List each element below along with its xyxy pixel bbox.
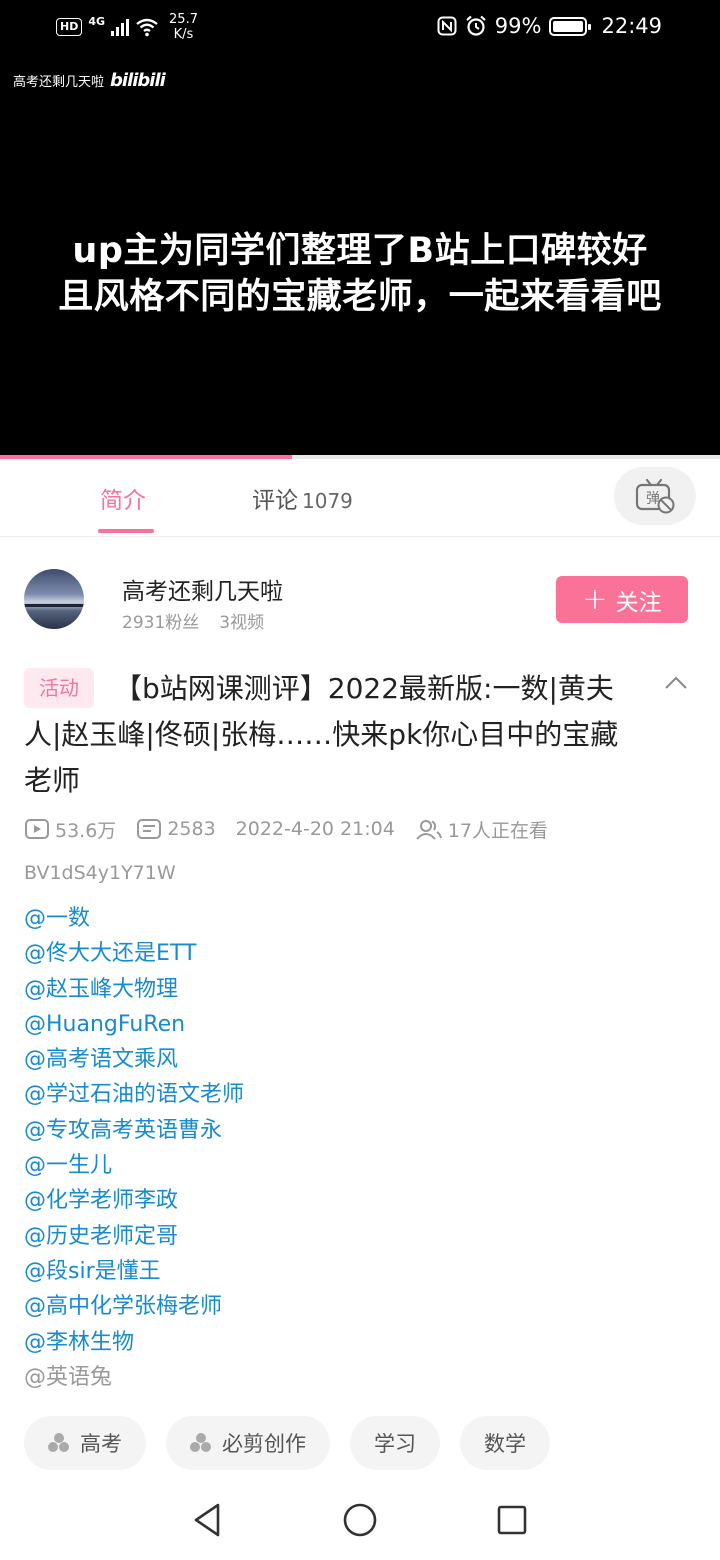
tag-list: 高考 必剪创作 学习 数学 <box>24 1416 550 1470</box>
uploader-name[interactable]: 高考还剩几天啦 <box>122 572 283 606</box>
mention-text: @英语兔 <box>24 1364 113 1390</box>
mention-link[interactable]: @段sir是懂王 <box>24 1254 244 1289</box>
mention-link[interactable]: @一数 <box>24 901 244 936</box>
activity-badge[interactable]: 活动 <box>24 668 94 708</box>
danmaku-count: 2583 <box>136 818 216 840</box>
back-icon[interactable] <box>188 1500 228 1540</box>
mention-link[interactable]: @学过石油的语文老师 <box>24 1077 244 1112</box>
video-title-block: 活动 【b站网课测评】2022最新版:一数|黄夫人|赵玉峰|佟硕|张梅……快来pk… <box>24 666 644 804</box>
tag-label: 数学 <box>484 1432 526 1456</box>
follow-button[interactable]: + 关注 <box>556 576 688 623</box>
caption-line-2: 且风格不同的宝藏老师，一起来看看吧 <box>58 277 662 317</box>
video-watermark: 高考还剩几天啦 bilibili <box>13 70 166 91</box>
play-count-icon <box>25 819 49 839</box>
watermark-text: 高考还剩几天啦 <box>13 75 105 90</box>
tag-chip[interactable]: 数学 <box>460 1416 550 1470</box>
uploader-video-count: 3视频 <box>219 613 265 633</box>
recents-icon[interactable] <box>492 1500 532 1540</box>
uploader-stats: 2931粉丝 3视频 <box>122 608 264 633</box>
watching-now: 17人正在看 <box>415 816 548 843</box>
topic-icon <box>190 1433 212 1453</box>
system-nav-bar <box>0 1480 720 1560</box>
danmaku-toggle-button[interactable]: 弹 <box>614 467 696 525</box>
tag-chip[interactable]: 必剪创作 <box>166 1416 330 1470</box>
topic-icon <box>48 1433 70 1453</box>
status-bar: HD 4G 25.7 K/s 99% 22:49 <box>0 0 720 56</box>
tag-label: 必剪创作 <box>222 1432 306 1456</box>
mention-link[interactable]: @历史老师定哥 <box>24 1219 244 1254</box>
speed-value: 25.7 <box>169 12 198 27</box>
tab-intro[interactable]: 简介 <box>100 481 146 515</box>
tab-comments-label: 评论 <box>252 488 298 514</box>
uploader-avatar[interactable] <box>24 569 84 629</box>
mention-link[interactable]: @赵玉峰大物理 <box>24 972 244 1007</box>
network-speed: 25.7 K/s <box>169 12 198 42</box>
nfc-icon <box>437 16 457 36</box>
mention-link[interactable]: @李林生物 <box>24 1325 244 1360</box>
detail-tabs: 简介 评论 1079 弹 <box>0 459 720 537</box>
view-count: 53.6万 <box>24 816 116 843</box>
viewers-icon <box>416 820 442 840</box>
network-type-label: 4G <box>88 14 106 28</box>
follow-label: 关注 <box>615 589 662 616</box>
video-title: 【b站网课测评】2022最新版:一数|黄夫人|赵玉峰|佟硕|张梅……快来pk你心… <box>24 672 619 797</box>
uploader-fans: 2931粉丝 <box>122 613 200 633</box>
alarm-icon <box>466 15 486 36</box>
bvid: BV1dS4y1Y71W <box>24 862 176 884</box>
danmaku-off-icon: 弹 <box>635 478 675 514</box>
view-count-value: 53.6万 <box>55 819 117 842</box>
mention-link[interactable]: @化学老师李政 <box>24 1183 244 1218</box>
danmaku-count-icon <box>137 819 162 839</box>
speed-unit: K/s <box>173 27 194 42</box>
chevron-up-icon[interactable] <box>664 672 688 696</box>
caption-line-1: up主为同学们整理了B站上口碑较好 <box>72 231 648 271</box>
mention-link[interactable]: @高中化学张梅老师 <box>24 1289 244 1324</box>
video-meta: 53.6万 2583 2022-4-20 21:04 17人正在看 <box>24 814 548 844</box>
video-player[interactable]: HD 4G 25.7 K/s 99% 22:49 高考还剩几天啦 bilibil… <box>0 0 720 455</box>
plus-icon: + <box>582 581 608 617</box>
publish-time: 2022-4-20 21:04 <box>235 818 395 840</box>
active-tab-indicator <box>98 529 154 533</box>
mention-link[interactable]: @一生儿 <box>24 1148 244 1183</box>
clock: 22:49 <box>601 14 662 38</box>
battery-percent: 99% <box>494 14 542 38</box>
mention-link[interactable]: @佟大大还是ETT <box>24 936 244 971</box>
bilibili-logo: bilibili <box>110 70 166 91</box>
battery-icon <box>549 16 592 36</box>
danmaku-count-value: 2583 <box>167 818 216 840</box>
tag-label: 高考 <box>80 1432 122 1456</box>
video-caption: up主为同学们整理了B站上口碑较好 且风格不同的宝藏老师，一起来看看吧 <box>0 228 720 320</box>
tab-comments[interactable]: 评论 1079 <box>252 481 353 515</box>
watching-now-value: 17人正在看 <box>447 819 548 842</box>
wifi-icon <box>136 18 158 37</box>
hd-badge: HD <box>56 18 83 36</box>
tag-label: 学习 <box>374 1432 416 1456</box>
tag-chip[interactable]: 高考 <box>24 1416 146 1470</box>
mention-link[interactable]: @专攻高考英语曹永 <box>24 1113 244 1148</box>
tag-chip[interactable]: 学习 <box>350 1416 440 1470</box>
description-mentions: @一数 @佟大大还是ETT @赵玉峰大物理 @HuangFuRen @高考语文乘… <box>24 901 244 1395</box>
signal-strength-icon <box>111 18 130 36</box>
home-icon[interactable] <box>340 1500 380 1540</box>
comments-count: 1079 <box>302 489 353 513</box>
mention-link[interactable]: @高考语文乘风 <box>24 1042 244 1077</box>
mention-link[interactable]: @HuangFuRen <box>24 1007 244 1042</box>
